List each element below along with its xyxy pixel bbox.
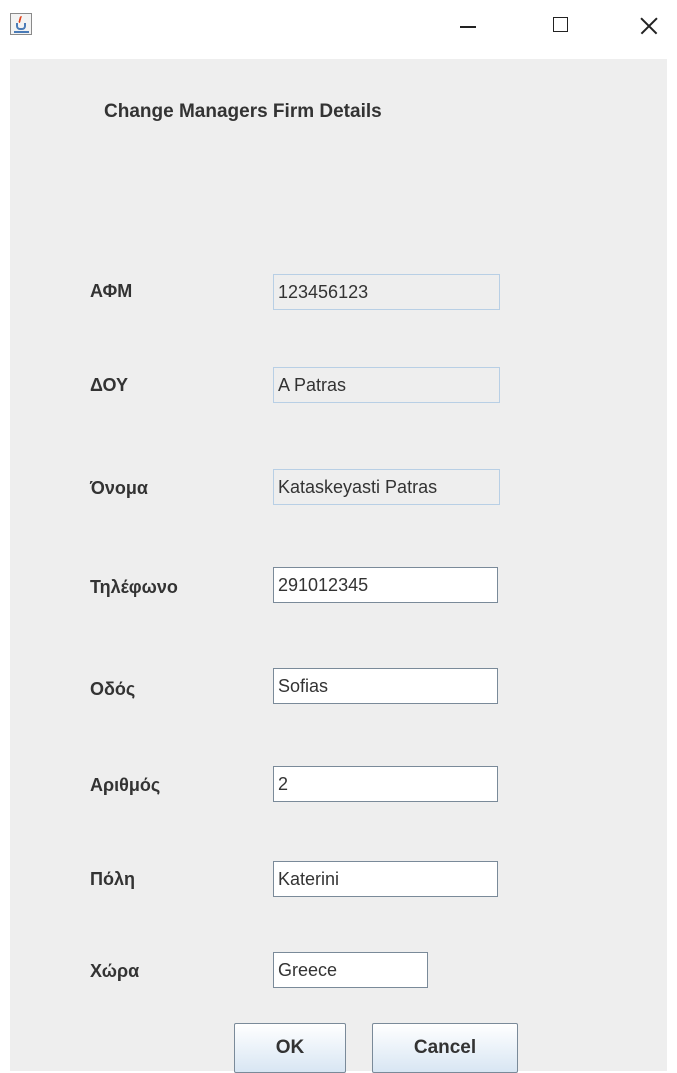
dialog-panel: Change Managers Firm Details ΑΦΜ 1234561…: [10, 59, 667, 1073]
xora-field[interactable]: Greece: [273, 952, 428, 988]
dialog-title: Change Managers Firm Details: [104, 101, 382, 122]
doy-field[interactable]: A Patras: [273, 367, 500, 403]
arithmos-field[interactable]: 2: [273, 766, 498, 802]
minimize-icon[interactable]: [445, 8, 491, 42]
poli-field[interactable]: Katerini: [273, 861, 498, 897]
tilefono-field[interactable]: 291012345: [273, 567, 498, 603]
odos-label: Οδός: [90, 679, 136, 699]
maximize-icon[interactable]: [538, 8, 584, 42]
window-titlebar: [0, 0, 677, 52]
xora-label: Χώρα: [90, 961, 140, 981]
ok-button[interactable]: OK: [234, 1023, 346, 1073]
onoma-label: Όνομα: [90, 478, 148, 498]
close-icon[interactable]: [626, 8, 672, 42]
afm-label: ΑΦΜ: [90, 281, 133, 301]
tilefono-label: Τηλέφωνο: [90, 577, 178, 597]
cancel-button[interactable]: Cancel: [372, 1023, 518, 1073]
odos-field[interactable]: Sofias: [273, 668, 498, 704]
java-cup-icon[interactable]: [10, 13, 32, 35]
arithmos-label: Αριθμός: [90, 775, 161, 795]
afm-field[interactable]: 123456123: [273, 274, 500, 310]
doy-label: ΔΟΥ: [90, 375, 128, 395]
onoma-field[interactable]: Kataskeyasti Patras: [273, 469, 500, 505]
poli-label: Πόλη: [90, 869, 135, 889]
